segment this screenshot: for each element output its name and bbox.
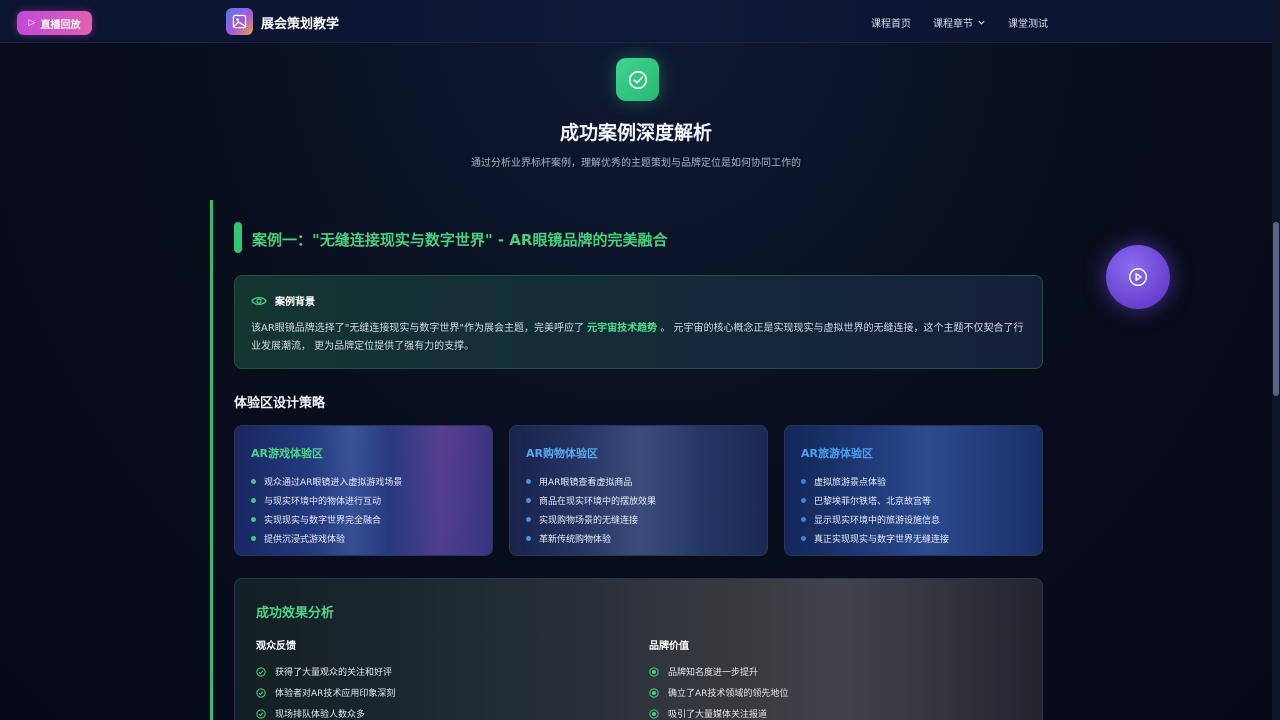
list-item: 获得了大量观众的关注和好评 bbox=[256, 661, 395, 682]
eye-icon bbox=[251, 296, 267, 305]
list-item: 用AR眼镜查看虚拟商品 bbox=[526, 472, 656, 491]
page-title: 成功案例深度解析 bbox=[559, 122, 712, 144]
floating-play-button[interactable] bbox=[1106, 245, 1170, 309]
zone-card-ar-game[interactable]: AR游戏体验区 观众通过AR眼镜进入虚拟游戏场景 与现实环境中的物体进行互动 实… bbox=[234, 425, 493, 556]
live-replay-button[interactable]: ▷ 直播回放 bbox=[17, 11, 92, 35]
case-title-accent bbox=[234, 222, 242, 253]
case-background-card: 案例背景 该AR眼镜品牌选择了"无缝连接现实与数字世界"作为展会主题，完美呼应了… bbox=[234, 275, 1043, 369]
zone-list: 用AR眼镜查看虚拟商品 商品在现实环境中的摆放效果 实现购物场景的无缝连接 革新… bbox=[526, 472, 656, 548]
list-item: 吸引了大量媒体关注报道 bbox=[649, 703, 788, 720]
chevron-down-icon bbox=[978, 20, 985, 25]
check-circle-icon bbox=[256, 666, 266, 677]
zone-list: 观众通过AR眼镜进入虚拟游戏场景 与现实环境中的物体进行互动 实现现实与数字世界… bbox=[251, 472, 402, 548]
zone-list: 虚拟旅游景点体验 巴黎埃菲尔铁塔、北京故宫等 显示现实环境中的旅游设施信息 真正… bbox=[801, 472, 949, 548]
brand-title[interactable]: 展会策划教学 bbox=[261, 13, 339, 32]
check-circle-icon bbox=[256, 687, 266, 698]
case-background-heading: 案例背景 bbox=[275, 297, 315, 308]
target-icon bbox=[649, 687, 659, 698]
list-item: 实现购物场景的无缝连接 bbox=[526, 510, 656, 529]
live-replay-label: 直播回放 bbox=[40, 19, 81, 31]
zone-title: AR游戏体验区 bbox=[251, 447, 323, 460]
effect-title: 成功效果分析 bbox=[256, 606, 335, 621]
zone-card-ar-travel[interactable]: AR旅游体验区 虚拟旅游景点体验 巴黎埃菲尔铁塔、北京故宫等 显示现实环境中的旅… bbox=[784, 425, 1043, 556]
list-item: 虚拟旅游景点体验 bbox=[801, 472, 949, 491]
check-circle-icon bbox=[616, 58, 659, 101]
list-item: 显示现实环境中的旅游设施信息 bbox=[801, 510, 949, 529]
effect-analysis-card: 成功效果分析 观众反馈 获得了大量观众的关注和好评 体验者对AR技术应用印象深刻… bbox=[234, 578, 1043, 720]
target-icon bbox=[649, 708, 659, 719]
list-item: 革新传统购物体验 bbox=[526, 529, 656, 548]
zone-title: AR旅游体验区 bbox=[801, 447, 873, 460]
main-nav: 课程首页 课程章节 课堂测试 bbox=[871, 15, 1048, 30]
list-item: 体验者对AR技术应用印象深刻 bbox=[256, 682, 395, 703]
nav-item-chapters-label: 课程章节 bbox=[933, 19, 973, 30]
target-icon bbox=[649, 666, 659, 677]
list-item: 观众通过AR眼镜进入虚拟游戏场景 bbox=[251, 472, 402, 491]
case-background-highlight: 元宇宙技术趋势 bbox=[587, 323, 658, 334]
value-heading: 品牌价值 bbox=[649, 641, 689, 652]
feedback-heading: 观众反馈 bbox=[256, 641, 296, 652]
strategy-heading: 体验区设计策略 bbox=[234, 396, 326, 411]
nav-item-chapters[interactable]: 课程章节 bbox=[933, 15, 986, 30]
zone-title: AR购物体验区 bbox=[526, 447, 598, 460]
list-item: 商品在现实环境中的摆放效果 bbox=[526, 491, 656, 510]
check-circle-icon bbox=[256, 708, 266, 719]
list-item: 现场排队体验人数众多 bbox=[256, 703, 395, 720]
list-item: 实现现实与数字世界完全融合 bbox=[251, 510, 402, 529]
list-item: 品牌知名度进一步提升 bbox=[649, 661, 788, 682]
list-item: 真正实现现实与数字世界无缝连接 bbox=[801, 529, 949, 548]
page-subtitle: 通过分析业界标杆案例，理解优秀的主题策划与品牌定位是如何协同工作的 bbox=[471, 158, 801, 169]
list-item: 巴黎埃菲尔铁塔、北京故宫等 bbox=[801, 491, 949, 510]
list-item: 与现实环境中的物体进行互动 bbox=[251, 491, 402, 510]
feedback-list: 获得了大量观众的关注和好评 体验者对AR技术应用印象深刻 现场排队体验人数众多 bbox=[256, 661, 395, 720]
case-background-heading-row: 案例背景 bbox=[251, 293, 315, 308]
nav-item-home[interactable]: 课程首页 bbox=[871, 15, 911, 30]
play-circle-icon bbox=[1129, 268, 1147, 286]
list-item: 确立了AR技术领域的领先地位 bbox=[649, 682, 788, 703]
nav-item-quiz[interactable]: 课堂测试 bbox=[1008, 15, 1048, 30]
play-icon: ▷ bbox=[28, 18, 36, 28]
top-navigation-bar: ▷ 直播回放 展会策划教学 课程首页 课程章节 课堂测试 bbox=[0, 0, 1280, 43]
list-item: 提供沉浸式游戏体验 bbox=[251, 529, 402, 548]
case-background-text-part1: 该AR眼镜品牌选择了"无缝连接现实与数字世界"作为展会主题，完美呼应了 bbox=[251, 323, 588, 334]
scrollbar-thumb[interactable] bbox=[1273, 222, 1279, 396]
case-title: 案例一："无缝连接现实与数字世界" - AR眼镜品牌的完美融合 bbox=[252, 231, 668, 249]
zone-card-ar-shopping[interactable]: AR购物体验区 用AR眼镜查看虚拟商品 商品在现实环境中的摆放效果 实现购物场景… bbox=[509, 425, 768, 556]
value-list: 品牌知名度进一步提升 确立了AR技术领域的领先地位 吸引了大量媒体关注报道 bbox=[649, 661, 788, 720]
case-background-text: 该AR眼镜品牌选择了"无缝连接现实与数字世界"作为展会主题，完美呼应了 元宇宙技… bbox=[251, 320, 1031, 356]
image-logo-icon[interactable] bbox=[226, 8, 253, 35]
timeline-rail bbox=[210, 200, 213, 720]
